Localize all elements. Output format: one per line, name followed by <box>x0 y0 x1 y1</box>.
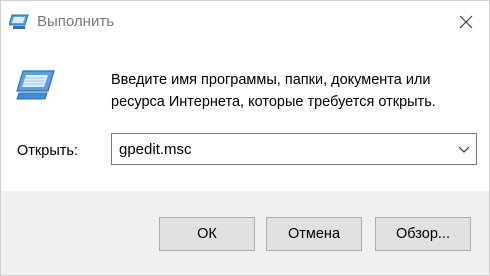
chevron-down-icon[interactable] <box>456 141 472 157</box>
dialog-content: Введите имя программы, папки, документа … <box>1 43 489 191</box>
run-icon <box>9 14 29 29</box>
close-icon <box>459 15 473 29</box>
window-title: Выполнить <box>37 13 115 30</box>
instruction-text: Введите имя программы, папки, документа … <box>111 72 436 110</box>
title-bar: Выполнить <box>1 1 489 43</box>
browse-button[interactable]: Обзор... <box>375 217 471 251</box>
close-button[interactable] <box>443 1 489 43</box>
button-bar: ОК Отмена Обзор... <box>1 191 489 275</box>
command-combobox[interactable]: gpedit.msc <box>111 133 477 165</box>
command-input[interactable]: gpedit.msc <box>119 140 192 160</box>
ok-button[interactable]: ОК <box>159 217 255 251</box>
run-dialog: Выполнить Введите имя программы, папки, … <box>0 0 490 276</box>
open-label: Открыть: <box>17 143 78 159</box>
run-icon <box>16 70 55 100</box>
cancel-button[interactable]: Отмена <box>266 217 362 251</box>
